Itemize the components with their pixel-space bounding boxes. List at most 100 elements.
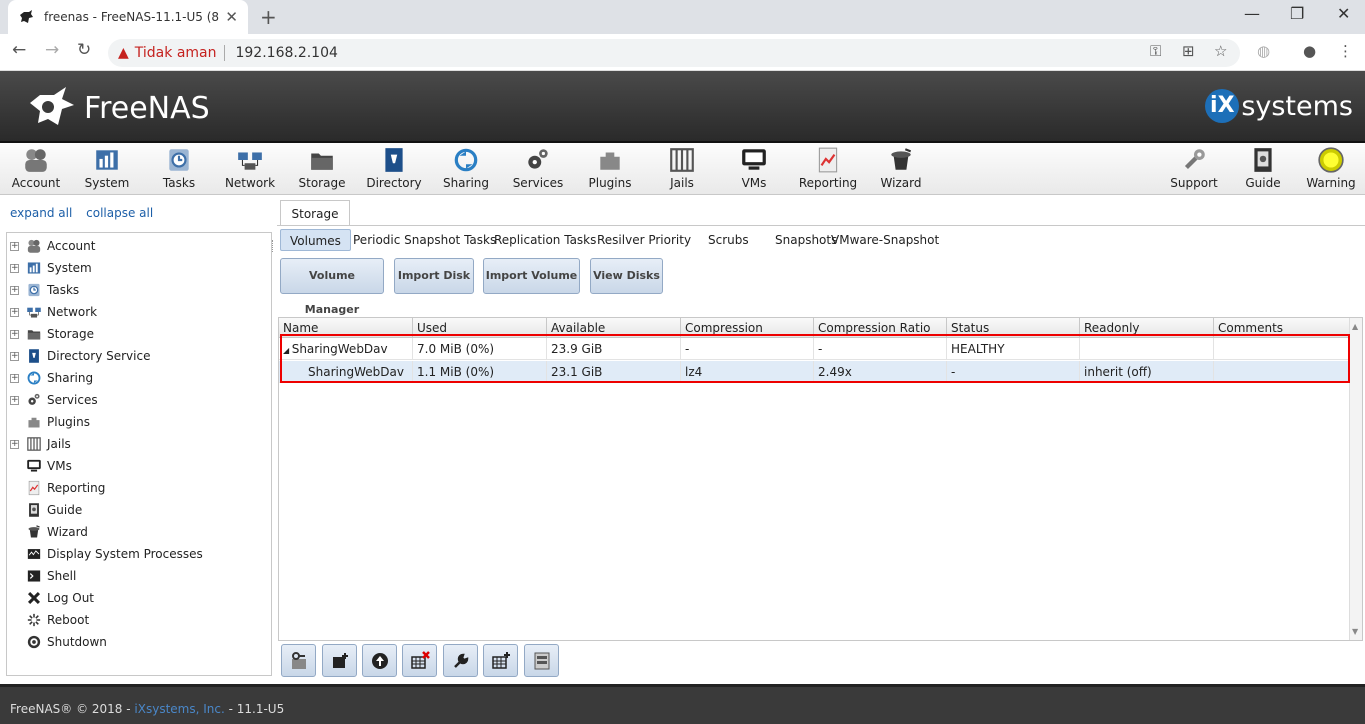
subtab-snapshots[interactable]: Snapshots — [775, 229, 837, 251]
edit-options-button[interactable] — [443, 644, 478, 677]
tree-item-log-out[interactable]: Log Out — [7, 587, 271, 609]
collapse-triangle-icon[interactable]: ◢ — [283, 346, 292, 355]
pane-splitter[interactable] — [272, 240, 274, 252]
tree-item-wizard[interactable]: Wizard — [7, 521, 271, 543]
expand-icon[interactable]: + — [10, 351, 19, 361]
translate-icon[interactable]: ⊞ — [1182, 42, 1195, 60]
nav-services-button[interactable]: Services — [502, 146, 574, 190]
volume-status-icon — [534, 652, 549, 669]
tree-item-reporting[interactable]: Reporting — [7, 477, 271, 499]
nav-jails-button[interactable]: Jails — [646, 146, 718, 190]
scroll-up-icon[interactable]: ▲ — [1352, 322, 1358, 331]
create-zvol-button[interactable] — [483, 644, 518, 677]
nav-account-button[interactable]: Account — [0, 146, 72, 190]
tree-item-system[interactable]: + System — [7, 257, 271, 279]
nav-vms-button[interactable]: VMs — [718, 146, 790, 190]
subtab-periodic-snapshot-tasks[interactable]: Periodic Snapshot Tasks — [353, 229, 496, 251]
tree-item-directory-service[interactable]: + Directory Service — [7, 345, 271, 367]
nav-guide-button[interactable]: Guide — [1227, 146, 1299, 190]
expand-icon[interactable]: + — [10, 395, 19, 405]
column-header-status[interactable]: Status — [947, 318, 1080, 338]
column-header-available[interactable]: Available — [547, 318, 681, 338]
column-header-compression-ratio[interactable]: Compression Ratio — [814, 318, 947, 338]
close-window-icon[interactable]: ✕ — [1337, 4, 1350, 23]
footer-vendor-link[interactable]: iXsystems, Inc. — [134, 702, 224, 716]
tree-item-services[interactable]: + Services — [7, 389, 271, 411]
nav-storage-button[interactable]: Storage — [286, 146, 358, 190]
tree-item-label: Storage — [47, 327, 94, 341]
expand-icon[interactable]: + — [10, 241, 19, 251]
grid-cell: SharingWebDav — [279, 361, 413, 383]
volume-status-button[interactable] — [524, 644, 559, 677]
collapse-all-link[interactable]: collapse all — [86, 206, 153, 220]
tree-item-shutdown[interactable]: Shutdown — [7, 631, 271, 653]
minimize-icon[interactable]: — — [1244, 4, 1260, 23]
tree-item-network[interactable]: + Network — [7, 301, 271, 323]
dataset-row[interactable]: SharingWebDav 1.1 MiB (0%) 23.1 GiB lz4 2.49… — [279, 361, 1351, 383]
subtab-scrubs[interactable]: Scrubs — [708, 229, 749, 251]
new-tab-icon[interactable]: + — [260, 5, 277, 29]
volume-row[interactable]: ◢ SharingWebDav 7.0 MiB (0%) 23.9 GiB - - HEA… — [279, 338, 1351, 360]
column-header-compression[interactable]: Compression — [681, 318, 814, 338]
browser-tab[interactable]: freenas - FreeNAS-11.1-U5 (8e2a ✕ — [8, 0, 248, 34]
tree-item-tasks[interactable]: + Tasks — [7, 279, 271, 301]
globe-icon[interactable]: ◍ — [1257, 42, 1270, 60]
nav-system-button[interactable]: System — [71, 146, 143, 190]
nav-plugins-button[interactable]: Plugins — [574, 146, 646, 190]
expand-icon[interactable]: + — [10, 329, 19, 339]
tab-storage[interactable]: Storage — [280, 200, 350, 226]
delete-volume-button[interactable] — [402, 644, 437, 677]
tree-item-jails[interactable]: + Jails — [7, 433, 271, 455]
scroll-down-icon[interactable]: ▼ — [1352, 627, 1358, 636]
reload-icon[interactable]: ↻ — [77, 40, 91, 60]
nav-network-button[interactable]: Network — [214, 146, 286, 190]
subtab-resilver-priority[interactable]: Resilver Priority — [597, 229, 691, 251]
profile-icon[interactable]: ● — [1303, 42, 1316, 60]
tree-item-display-system-processes[interactable]: Display System Processes — [7, 543, 271, 565]
subtab-replication-tasks[interactable]: Replication Tasks — [494, 229, 596, 251]
column-header-comments[interactable]: Comments — [1214, 318, 1351, 338]
nav-warning-button[interactable]: Warning — [1295, 146, 1365, 190]
detach-volume-button[interactable] — [281, 644, 316, 677]
tree-item-account[interactable]: + Account — [7, 235, 271, 257]
tree-item-storage[interactable]: + Storage — [7, 323, 271, 345]
close-tab-icon[interactable]: ✕ — [225, 8, 238, 26]
subtab-vmware-snapshot[interactable]: VMware-Snapshot — [831, 229, 939, 251]
subtab-volumes[interactable]: Volumes — [280, 229, 351, 251]
star-icon[interactable]: ☆ — [1214, 42, 1227, 60]
nav-tasks-button[interactable]: Tasks — [143, 146, 215, 190]
menu-icon[interactable]: ⋮ — [1338, 42, 1353, 60]
tree-item-sharing[interactable]: + Sharing — [7, 367, 271, 389]
upgrade-pool-button[interactable] — [362, 644, 397, 677]
expand-icon[interactable]: + — [10, 263, 19, 273]
key-icon[interactable]: ⚿ — [1150, 42, 1161, 60]
tree-item-vms[interactable]: VMs — [7, 455, 271, 477]
tree-item-shell[interactable]: Shell — [7, 565, 271, 587]
tree-item-guide[interactable]: Guide — [7, 499, 271, 521]
view-disks-button[interactable]: View Disks — [590, 258, 663, 294]
import-disk-button[interactable]: Import Disk — [394, 258, 474, 294]
volume-manager-button[interactable]: Volume Manager — [280, 258, 384, 316]
create-dataset-button[interactable] — [322, 644, 357, 677]
tree-item-reboot[interactable]: Reboot — [7, 609, 271, 631]
forward-icon[interactable]: → — [45, 40, 59, 60]
back-icon[interactable]: ← — [12, 40, 26, 60]
expand-all-link[interactable]: expand all — [10, 206, 72, 220]
nav-sharing-button[interactable]: Sharing — [430, 146, 502, 190]
expand-icon[interactable]: + — [10, 439, 19, 449]
column-header-used[interactable]: Used — [413, 318, 547, 338]
restore-icon[interactable]: ❐ — [1290, 4, 1304, 23]
column-header-name[interactable]: Name — [279, 318, 413, 338]
nav-reporting-button[interactable]: Reporting — [792, 146, 864, 190]
expand-icon[interactable]: + — [10, 307, 19, 317]
nav-wizard-button[interactable]: Wizard — [865, 146, 937, 190]
nav-support-button[interactable]: Support — [1158, 146, 1230, 190]
address-bar[interactable]: ▲ Tidak aman 192.168.2.104 — [108, 39, 1240, 67]
nav-directory-button[interactable]: Directory — [358, 146, 430, 190]
tree-item-plugins[interactable]: Plugins — [7, 411, 271, 433]
expand-icon[interactable]: + — [10, 373, 19, 383]
grid-scrollbar[interactable]: ▲ ▼ — [1349, 318, 1362, 640]
expand-icon[interactable]: + — [10, 285, 19, 295]
column-header-readonly[interactable]: Readonly — [1080, 318, 1214, 338]
import-volume-button[interactable]: Import Volume — [483, 258, 580, 294]
